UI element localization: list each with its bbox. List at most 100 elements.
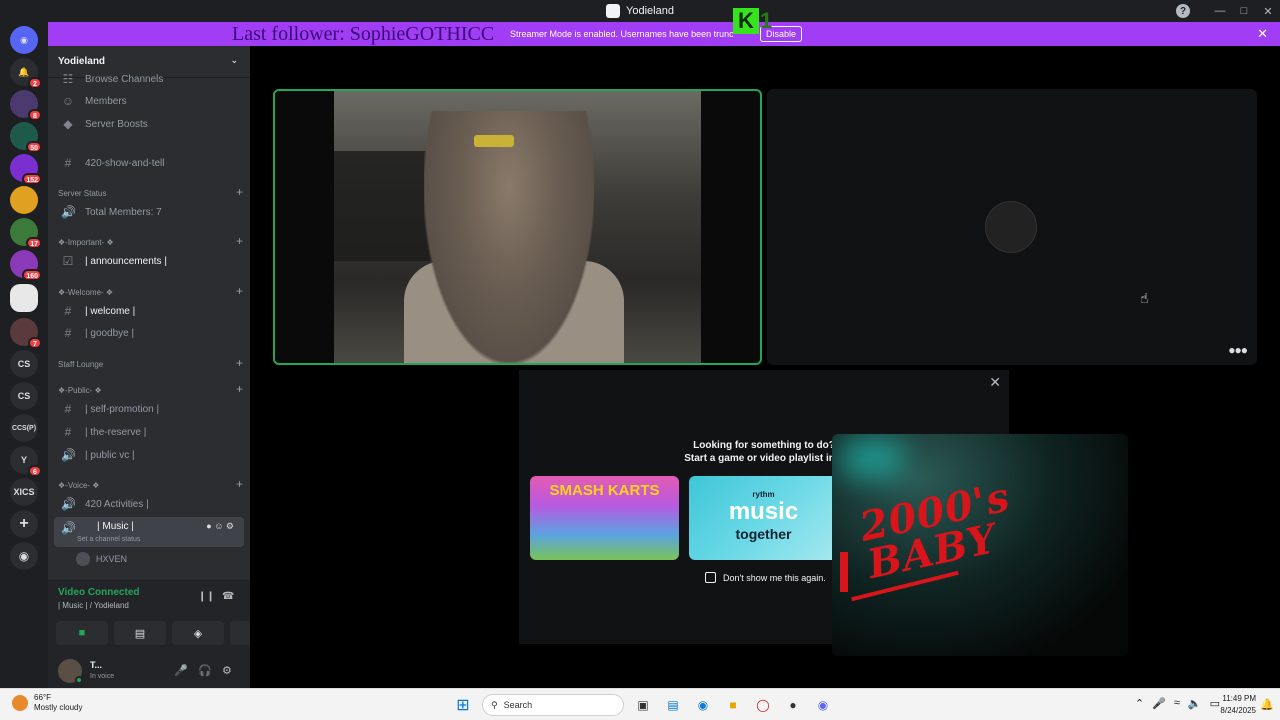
sound-bars-icon[interactable]: ❙❙ [198,591,215,602]
disconnect-icon[interactable]: ☎ [222,591,234,602]
channel-goodbye[interactable]: # | goodbye | [54,323,244,343]
chevron-up-icon[interactable]: ⌃ [1135,697,1144,710]
webcam-video [334,91,701,363]
discord-logo-icon [606,4,621,18]
add-channel-icon[interactable]: + [236,477,243,491]
add-channel-icon[interactable]: + [236,234,243,248]
channel-420-show-and-tell[interactable]: #420-show-and-tell [54,153,244,173]
discover-icon[interactable]: ◉ [10,542,38,570]
server-icon-3[interactable]: 152 [10,154,42,185]
channel-public-vc[interactable]: 🔊 | public vc | [54,445,244,465]
server-icon-6[interactable]: 160 [10,250,42,281]
edge-browser-icon[interactable]: ◉ [692,694,714,716]
windows-start-icon[interactable]: ⊞ [452,694,474,716]
clock-time: 11:49 PM [1222,694,1256,703]
discord-taskbar-icon[interactable]: ◉ [812,694,834,716]
add-channel-icon[interactable]: + [236,185,243,199]
dont-show-again[interactable]: Don't show me this again. [705,572,826,583]
channel-420-activities[interactable]: 🔊 420 Activities | [54,494,244,514]
boost-icon: ◆ [63,117,73,131]
headphones-icon[interactable]: 🎧 [198,664,212,677]
server-icon-xics[interactable]: XICS [10,478,38,506]
category-public[interactable]: ❖-Public- ❖ + [58,382,243,398]
app-icon-2[interactable]: ● [782,694,804,716]
voice-status[interactable]: Video Connected [58,587,140,598]
server-icon-ccsp[interactable]: CCS(P) [10,414,38,442]
screen-share-button[interactable]: ▤ [114,621,166,645]
video-tile-avatar[interactable]: ●●● [767,89,1257,365]
category-server-status[interactable]: Server Status + [58,185,243,201]
channel-self-promotion[interactable]: # | self-promotion | [54,399,244,419]
volume-icon[interactable]: 🔈 [1188,697,1202,710]
channel-total-members[interactable]: 🔊 Total Members: 7 [54,202,244,222]
channel-the-reserve[interactable]: # | the-reserve | [54,422,244,442]
voice-user[interactable]: HXVEN [76,552,127,566]
activity-card-smash-karts[interactable]: SMASH KARTS [530,476,679,560]
add-channel-icon[interactable]: + [236,356,243,370]
add-channel-icon[interactable]: + [236,284,243,298]
server-icon-yodieland[interactable] [10,284,38,312]
task-view-icon[interactable]: ▣ [632,694,654,716]
activity-button[interactable]: ◈ [172,621,224,645]
window-titlebar: Yodieland ? — □ ✕ [0,0,1280,22]
dont-show-checkbox[interactable] [705,572,716,583]
wifi-icon[interactable]: ≈ [1174,697,1180,710]
opera-browser-icon[interactable]: ◯ [752,694,774,716]
microphone-icon[interactable]: 🎤 [1152,697,1166,710]
taskbar-clock[interactable]: 11:49 PM 8/24/2025 [1220,693,1256,717]
server-icon-y[interactable]: Y6 [10,446,42,477]
close-banner-icon[interactable]: ✕ [1257,22,1268,46]
channel-members[interactable]: ☺ Members [54,91,244,111]
category-staff-lounge[interactable]: Staff Lounge + [58,356,243,372]
close-icon[interactable]: ✕ [989,374,1001,391]
direct-messages-icon[interactable]: ◉ [10,26,38,54]
server-icon-4[interactable] [10,186,38,214]
minimize-button[interactable]: — [1208,0,1232,22]
overlay-number: 1 [760,8,773,33]
more-options-icon[interactable]: ●●● [1228,343,1248,357]
chevron-down-icon[interactable]: ⌄ [230,55,238,66]
category-important[interactable]: ❖-Important- ❖ + [58,234,243,250]
soundboard-button[interactable]: ✦ [230,621,250,645]
hashtag-icon: # [64,326,72,340]
speaker-icon: 🔊 [61,497,76,511]
battery-icon[interactable]: ▭ [1210,697,1220,710]
server-icon-2[interactable]: 50 [10,122,42,153]
weather-widget[interactable]: 66°F Mostly cloudy [12,693,82,713]
members-icon: ☺ [61,94,75,108]
activity-card-music-together[interactable]: rythm music together [689,476,838,560]
channel-status-prompt[interactable]: Set a channel status [77,536,140,543]
category-voice[interactable]: ❖-Voice- ❖ + [58,477,243,493]
settings-gear-icon[interactable]: ⚙ [222,664,232,677]
video-tile-speaking[interactable] [273,89,762,365]
channel-server-boosts[interactable]: ◆ Server Boosts [54,114,244,134]
voice-location[interactable]: | Music | / Yodieland [58,601,129,610]
server-icon-cs-2[interactable]: CS [10,382,38,410]
notification-bell-icon[interactable]: 🔔 [1260,698,1274,711]
file-explorer-icon[interactable]: ■ [722,694,744,716]
server-icon-8[interactable]: 7 [10,318,42,349]
maximize-button[interactable]: □ [1232,0,1256,22]
help-icon[interactable]: ? [1176,4,1190,18]
close-window-button[interactable]: ✕ [1256,0,1280,22]
server-icon-1[interactable]: 8 [10,90,42,121]
channel-welcome[interactable]: # | welcome | [54,301,244,321]
channel-announcements[interactable]: ☑ | announcements | [54,251,244,271]
server-icon-cs-1[interactable]: CS [10,350,38,378]
user-panel: T... In voice 🎤 🎧 ⚙ [48,654,250,688]
notifications-icon[interactable]: 🔔 2 [10,58,42,89]
camera-button[interactable]: ■ [56,621,108,645]
add-channel-icon[interactable]: + [236,382,243,396]
channel-browse[interactable]: ☷ Browse Channels [54,72,244,86]
taskbar-search[interactable]: ⚲ Search [482,694,624,716]
app-icon[interactable]: ▤ [662,694,684,716]
kick-logo-overlay: K [733,8,759,34]
server-icon-5[interactable]: 17 [10,218,42,249]
category-welcome[interactable]: ❖-Welcome- ❖ + [58,284,243,300]
popout-video-overlay[interactable]: 2000's BABY [832,434,1128,656]
announcement-icon: ☑ [62,254,74,268]
channel-actions[interactable]: ● ☺ ⚙ [206,521,234,532]
add-server-icon[interactable]: + [10,510,38,538]
window-title: Yodieland [606,4,674,18]
microphone-icon[interactable]: 🎤 [174,664,188,677]
